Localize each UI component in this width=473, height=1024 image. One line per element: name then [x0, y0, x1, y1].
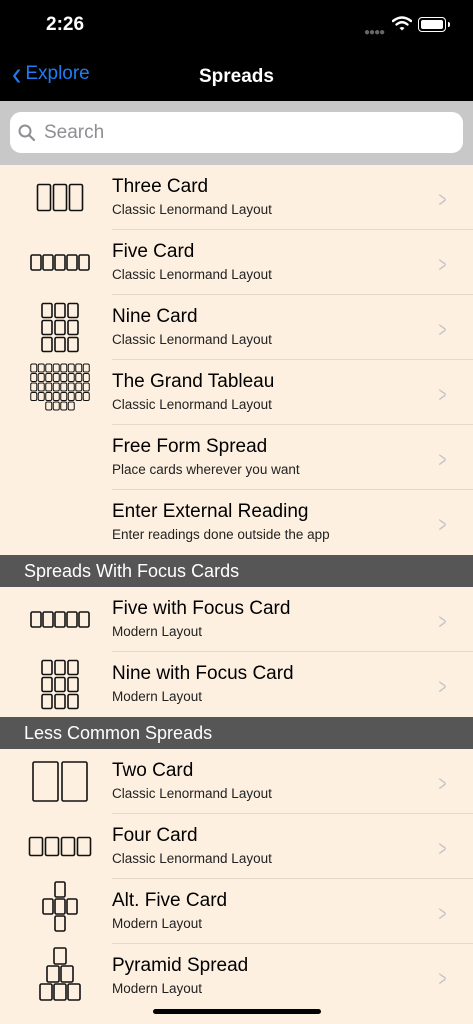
five-card-icon [30, 254, 90, 271]
section-group: Two Card Classic Lenormand Layout > Four Ca… [0, 749, 473, 1009]
spread-row[interactable]: Four Card Classic Lenormand Layout > [0, 814, 473, 879]
navigation-bar: ‹ Explore Spreads [0, 52, 473, 101]
status-time: 2:26 [46, 14, 85, 35]
spread-title: Four Card [112, 825, 198, 846]
spread-row[interactable]: Two Card Classic Lenormand Layout > [0, 749, 473, 814]
spreads-list: Three Card Classic Lenormand Layout > Five … [0, 165, 473, 1009]
spread-row[interactable]: Enter External Reading Enter readings don… [0, 490, 473, 555]
page-title: Spreads [199, 66, 274, 87]
wifi-icon [392, 16, 412, 31]
search-icon [18, 124, 36, 141]
spread-subtitle: Modern Layout [112, 916, 203, 931]
spread-subtitle: Classic Lenormand Layout [112, 267, 272, 282]
spread-title: Two Card [112, 760, 194, 781]
chevron-right-icon: > [438, 447, 447, 472]
battery-icon [418, 17, 450, 32]
grand-tableau-icon [30, 363, 90, 411]
cellular-signal-icon: ●●●● [364, 27, 385, 38]
spread-icon [28, 944, 100, 1009]
five-card-icon [30, 611, 90, 628]
spread-subtitle: Modern Layout [112, 689, 203, 704]
spread-icon [28, 879, 100, 944]
spread-row[interactable]: Five with Focus Card Modern Layout > [0, 587, 473, 652]
spread-row[interactable]: Alt. Five Card Modern Layout > [0, 879, 473, 944]
three-card-icon [36, 183, 84, 212]
spread-icon [28, 490, 100, 555]
spread-title: Free Form Spread [112, 436, 268, 457]
spread-icon [28, 360, 100, 425]
spread-subtitle: Place cards wherever you want [112, 462, 300, 477]
spread-row[interactable]: Five Card Classic Lenormand Layout > [0, 230, 473, 295]
section-header: Less Common Spreads [0, 717, 473, 749]
spread-row[interactable]: Free Form Spread Place cards wherever you… [0, 425, 473, 490]
search-field[interactable] [10, 112, 463, 153]
section-group: Five with Focus Card Modern Layout > Nine w… [0, 587, 473, 717]
spread-icon [28, 749, 100, 814]
status-bar: 2:26 ●●●● [0, 0, 473, 52]
spread-subtitle: Classic Lenormand Layout [112, 851, 272, 866]
section-header: Spreads With Focus Cards [0, 555, 473, 587]
spread-subtitle: Classic Lenormand Layout [112, 332, 272, 347]
chevron-right-icon: > [438, 187, 447, 212]
spread-title: Pyramid Spread [112, 955, 249, 976]
chevron-right-icon: > [438, 966, 447, 991]
spread-title: Nine Card [112, 306, 198, 327]
spread-row[interactable]: The Grand Tableau Classic Lenormand Layou… [0, 360, 473, 425]
spread-row[interactable]: Pyramid Spread Modern Layout > [0, 944, 473, 1009]
spread-subtitle: Modern Layout [112, 624, 203, 639]
spread-icon [28, 425, 100, 490]
nine-card-icon [41, 302, 79, 353]
search-bar [0, 101, 473, 165]
spread-icon [28, 652, 100, 717]
cross-five-card-icon [42, 881, 78, 932]
chevron-right-icon: > [438, 382, 447, 407]
spread-row[interactable]: Nine with Focus Card Modern Layout > [0, 652, 473, 717]
spread-subtitle: Enter readings done outside the app [112, 527, 330, 542]
spread-title: Five with Focus Card [112, 598, 291, 619]
spread-subtitle: Modern Layout [112, 981, 203, 996]
spread-title: Alt. Five Card [112, 890, 228, 911]
spread-subtitle: Classic Lenormand Layout [112, 202, 272, 217]
chevron-right-icon: > [438, 609, 447, 634]
section-group: Three Card Classic Lenormand Layout > Five … [0, 165, 473, 555]
search-input[interactable] [42, 120, 426, 145]
spread-icon [28, 230, 100, 295]
nine-card-icon [41, 659, 79, 710]
spread-icon [28, 165, 100, 230]
spread-subtitle: Classic Lenormand Layout [112, 786, 272, 801]
spread-icon [28, 814, 100, 879]
four-card-icon [28, 836, 92, 857]
chevron-right-icon: > [438, 317, 447, 342]
spread-icon [28, 295, 100, 360]
chevron-right-icon: > [438, 771, 447, 796]
chevron-right-icon: > [438, 901, 447, 926]
chevron-right-icon: > [438, 512, 447, 537]
spread-title: Enter External Reading [112, 501, 309, 522]
chevron-right-icon: > [438, 836, 447, 861]
spread-icon [28, 587, 100, 652]
spread-row[interactable]: Three Card Classic Lenormand Layout > [0, 165, 473, 230]
spread-title: The Grand Tableau [112, 371, 275, 392]
spread-title: Five Card [112, 241, 195, 262]
spread-row[interactable]: Nine Card Classic Lenormand Layout > [0, 295, 473, 360]
spread-title: Three Card [112, 176, 209, 197]
spread-subtitle: Classic Lenormand Layout [112, 397, 272, 412]
two-card-icon [32, 761, 88, 802]
chevron-right-icon: > [438, 674, 447, 699]
home-indicator [153, 1009, 321, 1014]
chevron-right-icon: > [438, 252, 447, 277]
pyramid-icon [39, 947, 81, 1001]
spread-title: Nine with Focus Card [112, 663, 294, 684]
